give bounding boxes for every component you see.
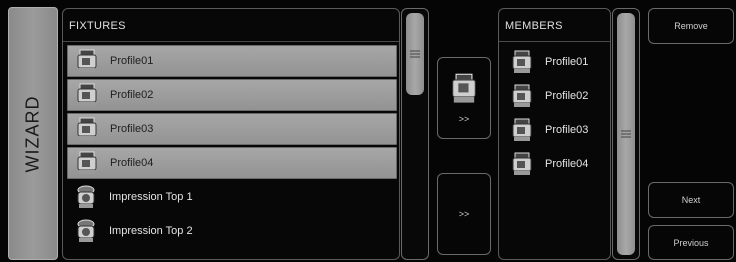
add-all-button[interactable]: >> bbox=[437, 173, 491, 255]
next-label: Next bbox=[681, 195, 701, 205]
wizard-label: WIZARD bbox=[22, 95, 43, 172]
grip-icon bbox=[621, 129, 631, 140]
add-all-label: >> bbox=[458, 209, 470, 219]
remove-button[interactable]: Remove bbox=[648, 8, 734, 44]
fixtures-scrollbar[interactable] bbox=[401, 8, 429, 260]
fixture-row[interactable]: Impression Top 2 bbox=[67, 215, 397, 247]
add-selected-button[interactable]: >> bbox=[437, 57, 491, 139]
previous-button[interactable]: Previous bbox=[648, 225, 734, 260]
fixture-label: Impression Top 2 bbox=[109, 225, 193, 237]
members-scrollbar[interactable] bbox=[612, 8, 640, 260]
member-label: Profile04 bbox=[545, 158, 589, 170]
fixture-icon bbox=[512, 118, 532, 141]
fixture-icon bbox=[77, 49, 97, 72]
member-label: Profile02 bbox=[545, 90, 589, 102]
add-selected-label: >> bbox=[458, 114, 470, 124]
fixture-icon bbox=[77, 83, 97, 106]
fixtures-panel: FIXTURES Profile01 Profile02 Profile03 P… bbox=[62, 8, 400, 260]
fixture-icon bbox=[77, 117, 97, 140]
fixture-label: Profile01 bbox=[110, 55, 154, 67]
fixture-label: Profile03 bbox=[110, 123, 154, 135]
fixtures-scroll-thumb[interactable] bbox=[406, 13, 424, 95]
fixture-row[interactable]: Profile01 bbox=[67, 45, 397, 77]
member-item[interactable]: Profile01 bbox=[503, 45, 608, 79]
fixture-icon bbox=[512, 50, 532, 73]
fixture-icon bbox=[77, 151, 97, 174]
member-label: Profile01 bbox=[545, 56, 589, 68]
member-item[interactable]: Profile04 bbox=[503, 147, 608, 181]
member-item[interactable]: Profile03 bbox=[503, 113, 608, 147]
fixture-row[interactable]: Profile04 bbox=[67, 147, 397, 179]
fixture-row[interactable]: Profile02 bbox=[67, 79, 397, 111]
fixture-row[interactable]: Profile03 bbox=[67, 113, 397, 145]
fixture-icon bbox=[452, 73, 476, 103]
fixture-label: Profile02 bbox=[110, 89, 154, 101]
members-divider bbox=[499, 41, 610, 42]
members-title: MEMBERS bbox=[505, 20, 563, 32]
fixture-row[interactable]: Impression Top 1 bbox=[67, 181, 397, 213]
remove-label: Remove bbox=[674, 21, 708, 31]
fixture-icon bbox=[77, 219, 95, 242]
previous-label: Previous bbox=[673, 237, 709, 248]
fixture-icon bbox=[512, 152, 532, 175]
fixture-label: Impression Top 1 bbox=[109, 191, 193, 203]
members-panel: MEMBERS Profile01 Profile02 Profile03 Pr… bbox=[498, 8, 611, 260]
member-label: Profile03 bbox=[545, 124, 589, 136]
fixtures-title: FIXTURES bbox=[69, 20, 126, 32]
grip-icon bbox=[410, 49, 420, 60]
wizard-tab[interactable]: WIZARD bbox=[8, 7, 58, 260]
next-button[interactable]: Next bbox=[648, 182, 734, 218]
fixtures-divider bbox=[63, 41, 399, 42]
fixture-label: Profile04 bbox=[110, 157, 154, 169]
fixture-icon bbox=[77, 185, 95, 208]
fixture-icon bbox=[512, 84, 532, 107]
member-item[interactable]: Profile02 bbox=[503, 79, 608, 113]
members-scroll-thumb[interactable] bbox=[617, 13, 635, 255]
